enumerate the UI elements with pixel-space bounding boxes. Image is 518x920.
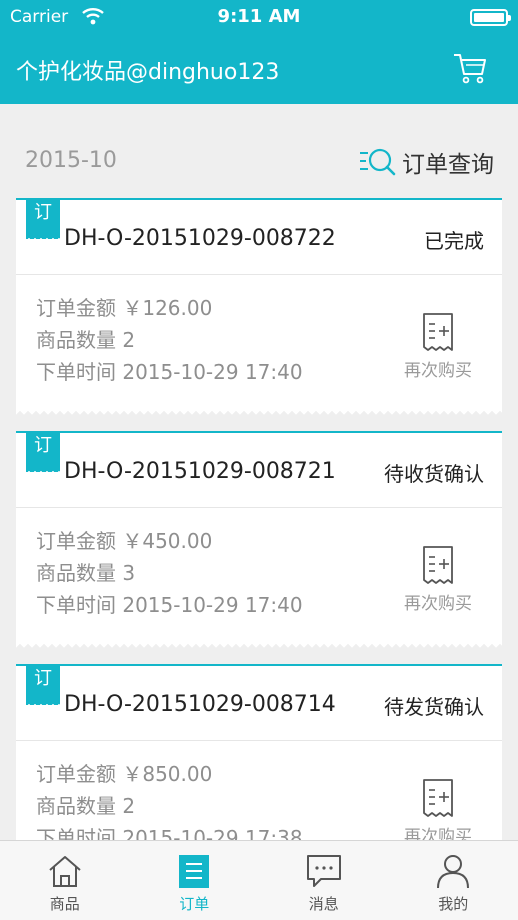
reorder-button[interactable]: 再次购买: [398, 778, 478, 847]
tab-orders[interactable]: 订单: [130, 841, 260, 920]
nav-bar: 个护化妆品@dinghuo123: [0, 36, 518, 104]
cart-icon[interactable]: [452, 50, 488, 86]
card-divider: [16, 740, 502, 741]
user-icon: [437, 855, 470, 889]
reorder-icon: [423, 546, 453, 584]
reorder-label: 再次购买: [404, 361, 472, 381]
reorder-button[interactable]: 再次购买: [398, 545, 478, 614]
reorder-icon: [423, 779, 453, 817]
tab-bar: 商品 订单 消息 我的: [0, 840, 518, 920]
message-icon: [306, 855, 341, 887]
month-label: 2015-10: [25, 148, 117, 173]
order-tag: 订: [26, 664, 60, 705]
search-icon: [360, 148, 396, 176]
order-icon: [179, 855, 210, 888]
order-number: DH-O-20151029-008722: [64, 226, 336, 251]
order-number: DH-O-20151029-008714: [64, 692, 336, 717]
order-amount: 订单金额 ￥850.00: [36, 762, 213, 786]
order-status: 待收货确认: [384, 462, 484, 486]
tab-profile[interactable]: 我的: [389, 841, 518, 920]
status-time: 9:11 AM: [217, 6, 301, 27]
order-tag: 订: [26, 431, 60, 472]
order-time: 下单时间 2015-10-29 17:40: [36, 360, 303, 384]
order-quantity: 商品数量 3: [36, 561, 136, 585]
card-edge: [16, 409, 502, 416]
home-icon: [49, 856, 81, 887]
tab-label: 我的: [438, 895, 469, 913]
order-amount: 订单金额 ￥450.00: [36, 529, 213, 553]
tab-label: 订单: [179, 895, 210, 913]
order-number: DH-O-20151029-008721: [64, 459, 336, 484]
order-status: 待发货确认: [384, 695, 484, 719]
card-divider: [16, 274, 502, 275]
order-card[interactable]: 订 DH-O-20151029-008721 待收货确认 订单金额 ￥450.0…: [16, 431, 502, 649]
order-status: 已完成: [424, 229, 484, 253]
card-divider: [16, 507, 502, 508]
order-query-label: 订单查询: [402, 152, 494, 178]
order-tag: 订: [26, 198, 60, 239]
reorder-icon: [423, 313, 453, 351]
tab-label: 商品: [49, 895, 80, 913]
order-time: 下单时间 2015-10-29 17:40: [36, 593, 303, 617]
tab-products[interactable]: 商品: [0, 841, 130, 920]
status-bar: Carrier 9:11 AM: [0, 0, 518, 36]
order-quantity: 商品数量 2: [36, 794, 136, 818]
battery-icon: [470, 9, 511, 26]
card-edge: [16, 642, 502, 649]
month-header: 2015-10 订单查询: [0, 130, 518, 190]
tab-label: 消息: [308, 895, 339, 913]
order-query-button[interactable]: 订单查询: [358, 144, 494, 180]
order-quantity: 商品数量 2: [36, 328, 136, 352]
order-card[interactable]: 订 DH-O-20151029-008722 已完成 订单金额 ￥126.00 …: [16, 198, 502, 416]
order-amount: 订单金额 ￥126.00: [36, 296, 213, 320]
page-title: 个护化妆品@dinghuo123: [16, 60, 280, 85]
tab-messages[interactable]: 消息: [259, 841, 389, 920]
reorder-label: 再次购买: [404, 594, 472, 614]
reorder-button[interactable]: 再次购买: [398, 312, 478, 381]
